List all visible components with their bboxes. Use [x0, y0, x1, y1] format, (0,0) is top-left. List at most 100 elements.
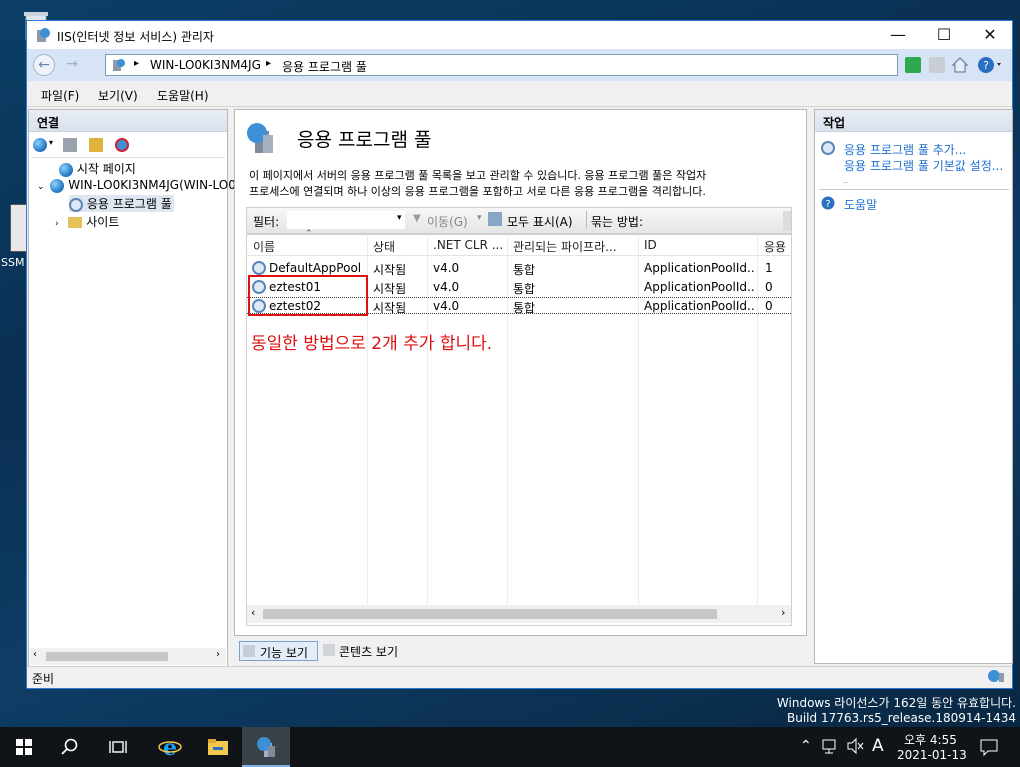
up-folder-icon[interactable] [89, 138, 103, 152]
scroll-right-icon[interactable]: › [781, 606, 785, 619]
desktop-icon-label: SSM [1, 256, 25, 269]
clock-date[interactable]: 2021-01-13 [897, 748, 967, 762]
connections-scrollbar[interactable]: ‹ › [30, 648, 226, 665]
column-header-identity[interactable]: ID [644, 238, 657, 252]
cell-clr: v4.0 [433, 299, 460, 313]
menu-help[interactable]: 도움말(H) [157, 87, 209, 104]
add-app-pool-link[interactable]: 응용 프로그램 풀 추가... [844, 141, 966, 158]
server-icon [50, 178, 65, 193]
cell-pipeline: 통합 [513, 301, 536, 315]
close-button[interactable]: ✕ [967, 21, 1013, 49]
connections-pane: 연결 ▾ 시작 페이지 ⌄ WIN-LO0KI3NM4JG(WIN-LO0 응용… [28, 109, 236, 668]
refresh-icon[interactable] [905, 57, 921, 73]
clock-time[interactable]: 오후 4:55 [904, 731, 957, 748]
sites-folder-icon [68, 217, 83, 228]
highlight-box [248, 275, 368, 316]
header-divider [246, 255, 792, 256]
network-status-icon [987, 669, 1007, 688]
breadcrumb[interactable]: ▸ WIN-LO0KI3NM4JG ▸ 응용 프로그램 풀 [105, 54, 898, 76]
scroll-left-icon[interactable]: ‹ [251, 606, 255, 619]
toolbar-divider [586, 211, 587, 229]
content-view-icon [323, 644, 335, 656]
list-scrollbar[interactable]: ‹ › [247, 605, 791, 623]
scroll-right-icon[interactable]: › [216, 649, 220, 660]
toolbar-scroll-icon[interactable] [783, 211, 791, 231]
cell-status: 시작됨 [373, 301, 407, 315]
filter-input[interactable] [287, 211, 405, 229]
actions-title: 작업 [815, 110, 1012, 132]
menu-view[interactable]: 보기(V) [98, 87, 138, 104]
svg-text:e: e [163, 735, 177, 759]
actions-pane: 작업 응용 프로그램 풀 추가... 응용 프로그램 풀 기본값 설정... .… [814, 109, 1013, 664]
help-link[interactable]: 도움말 [844, 196, 877, 213]
scroll-thumb[interactable] [263, 609, 717, 619]
help-icon: ? [821, 196, 835, 213]
server-icon [112, 58, 126, 75]
menu-file[interactable]: 파일(F) [41, 87, 79, 104]
notification-center-icon[interactable] [980, 738, 998, 759]
overflow-dots: .. [843, 176, 849, 185]
home-icon[interactable] [951, 56, 969, 77]
scroll-left-icon[interactable]: ‹ [33, 649, 37, 660]
save-icon[interactable] [63, 138, 77, 152]
column-header-status[interactable]: 상태 [373, 238, 395, 255]
chevron-down-icon[interactable]: ▾ [397, 213, 402, 223]
disconnect-icon[interactable] [115, 138, 129, 152]
title-bar: IIS(인터넷 정보 서비스) 관리자 — ☐ ✕ [27, 21, 1012, 49]
tree-item-server[interactable]: ⌄ WIN-LO0KI3NM4JG(WIN-LO0 [37, 178, 236, 193]
show-hidden-icons-chevron-icon[interactable]: ⌃ [800, 738, 812, 754]
cell-identity: ApplicationPoolId... [644, 261, 754, 275]
breadcrumb-app-pools[interactable]: 응용 프로그램 풀 [282, 58, 367, 75]
file-explorer-icon[interactable] [194, 727, 242, 767]
cell-identity: ApplicationPoolId... [644, 299, 754, 313]
status-text: 준비 [32, 672, 55, 686]
tree-item-sites[interactable]: › 사이트 [55, 213, 119, 230]
cell-pipeline: 통합 [513, 282, 536, 296]
column-header-pipeline[interactable]: 관리되는 파이프라... [513, 238, 617, 255]
expand-arrow-icon[interactable]: › [55, 219, 59, 229]
status-bar: 준비 [27, 666, 1012, 688]
connections-title: 연결 [29, 110, 227, 132]
forward-button[interactable]: → [61, 54, 83, 76]
scroll-thumb[interactable] [46, 652, 168, 661]
set-defaults-link[interactable]: 응용 프로그램 풀 기본값 설정... [844, 157, 1010, 174]
maximize-button[interactable]: ☐ [921, 21, 967, 49]
group-by-label[interactable]: 묶는 방법: [591, 213, 643, 230]
internet-explorer-icon[interactable]: e [146, 727, 194, 767]
search-icon[interactable] [46, 727, 94, 767]
volume-muted-icon[interactable] [846, 737, 866, 758]
expand-arrow-icon[interactable]: ⌄ [37, 182, 45, 192]
go-button[interactable]: 이동(G) [427, 213, 468, 230]
page-description: 이 페이지에서 서버의 응용 프로그램 풀 목록을 보고 관리할 수 있습니다.… [249, 169, 707, 182]
iis-manager-taskbar-button[interactable] [242, 727, 290, 767]
column-header-clr[interactable]: .NET CLR ... [433, 238, 503, 252]
chevron-down-icon[interactable]: ▾ [49, 138, 53, 147]
start-windows-icon[interactable] [0, 727, 48, 767]
show-all-button[interactable]: 모두 표시(A) [507, 213, 573, 230]
tab-features-view[interactable]: 기능 보기 [239, 641, 318, 661]
connect-icon[interactable] [33, 138, 47, 152]
minimize-button[interactable]: — [875, 21, 921, 49]
tab-content-view[interactable]: 콘텐츠 보기 [321, 641, 411, 661]
help-icon[interactable]: ? [977, 56, 1003, 77]
cell-clr: v4.0 [433, 261, 460, 275]
svg-text:?: ? [825, 199, 830, 210]
filter-label: 필터: [253, 215, 280, 229]
tree-item-start-page[interactable]: 시작 페이지 [59, 160, 136, 177]
task-view-icon[interactable] [94, 727, 142, 767]
input-method-indicator[interactable]: A [872, 736, 884, 756]
tree-item-label: WIN-LO0KI3NM4JG(WIN-LO0 [68, 178, 236, 192]
filter-toolbar: 필터: ▾ ▼ 이동(G) ▾ 모두 표시(A) 묶는 방법: [246, 207, 792, 234]
column-header-name[interactable]: 이름 [253, 238, 275, 255]
cell-apps: 1 [765, 261, 773, 275]
iis-app-icon [35, 27, 51, 46]
breadcrumb-server[interactable]: WIN-LO0KI3NM4JG [150, 58, 261, 72]
back-button[interactable]: ← [33, 54, 55, 76]
app-pool-icon [252, 261, 266, 275]
column-header-apps[interactable]: 응용 [764, 238, 790, 255]
tree-item-app-pools[interactable]: 응용 프로그램 풀 [69, 195, 174, 212]
stop-icon[interactable] [929, 57, 945, 73]
cell-apps: 0 [765, 299, 773, 313]
network-icon[interactable] [822, 737, 840, 758]
tab-label: 콘텐츠 보기 [339, 645, 399, 659]
